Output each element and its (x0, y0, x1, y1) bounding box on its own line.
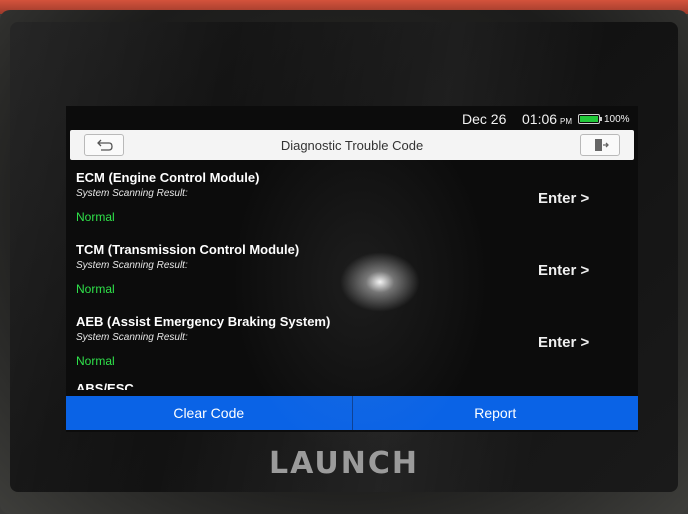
system-name: AEB (Assist Emergency Braking System) (76, 314, 331, 329)
system-row-abs-partial[interactable]: ABS/ESC (76, 382, 134, 390)
system-row-aeb[interactable]: AEB (Assist Emergency Braking System) Sy… (66, 308, 638, 380)
scan-result-label: System Scanning Result: (76, 332, 188, 343)
system-name: ECM (Engine Control Module) (76, 170, 260, 185)
battery-tip (600, 117, 602, 121)
status-clock: 01:06 (522, 111, 558, 127)
scan-result-label: System Scanning Result: (76, 260, 188, 271)
status-bar: Dec 26 01:06 PM 100% (66, 106, 638, 130)
bottom-action-bar: Clear Code Report (66, 396, 638, 430)
enter-button[interactable]: Enter > (538, 190, 589, 207)
status-date: Dec 26 (462, 111, 507, 127)
system-list: ECM (Engine Control Module) System Scann… (66, 164, 638, 390)
scan-result-status: Normal (76, 210, 115, 224)
page-title: Diagnostic Trouble Code (280, 138, 424, 153)
exit-icon (595, 139, 609, 151)
enter-button[interactable]: Enter > (538, 262, 589, 279)
battery-percent: 100% (604, 114, 630, 125)
device-brand-logo: LAUNCH (268, 446, 419, 481)
status-time: 01:06 PM (522, 111, 572, 127)
enter-button[interactable]: Enter > (538, 334, 589, 351)
status-ampm: PM (560, 117, 573, 126)
battery-icon (578, 114, 602, 124)
system-name: TCM (Transmission Control Module) (76, 242, 300, 257)
battery-level (580, 116, 598, 122)
title-bar: Diagnostic Trouble Code (70, 130, 634, 160)
clear-code-button[interactable]: Clear Code (66, 396, 352, 430)
scan-result-status: Normal (76, 282, 115, 296)
scan-result-label: System Scanning Result: (76, 188, 188, 199)
exit-button[interactable] (580, 134, 620, 156)
system-row-ecm[interactable]: ECM (Engine Control Module) System Scann… (66, 164, 638, 236)
screen: Dec 26 01:06 PM 100% Diagnostic Trouble C… (66, 106, 638, 432)
report-button[interactable]: Report (352, 396, 638, 430)
scan-result-status: Normal (76, 354, 115, 368)
system-row-tcm[interactable]: TCM (Transmission Control Module) System… (66, 236, 638, 308)
